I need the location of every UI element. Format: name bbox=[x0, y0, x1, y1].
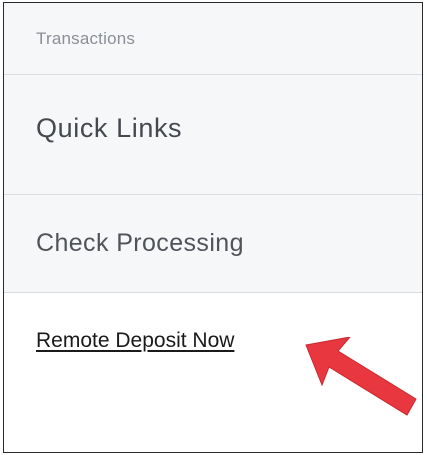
quick-links-heading: Quick Links bbox=[36, 113, 183, 143]
red-arrow-icon bbox=[305, 337, 417, 416]
menu-panel: Transactions Quick Links Check Processin… bbox=[3, 2, 423, 453]
transactions-label: Transactions bbox=[36, 29, 136, 48]
transactions-section: Transactions bbox=[4, 3, 422, 75]
quick-links-section: Quick Links bbox=[4, 75, 422, 195]
check-processing-label[interactable]: Check Processing bbox=[36, 229, 244, 258]
remote-deposit-now-link[interactable]: Remote Deposit Now bbox=[36, 329, 234, 353]
check-processing-item[interactable]: Check Processing bbox=[4, 195, 422, 293]
